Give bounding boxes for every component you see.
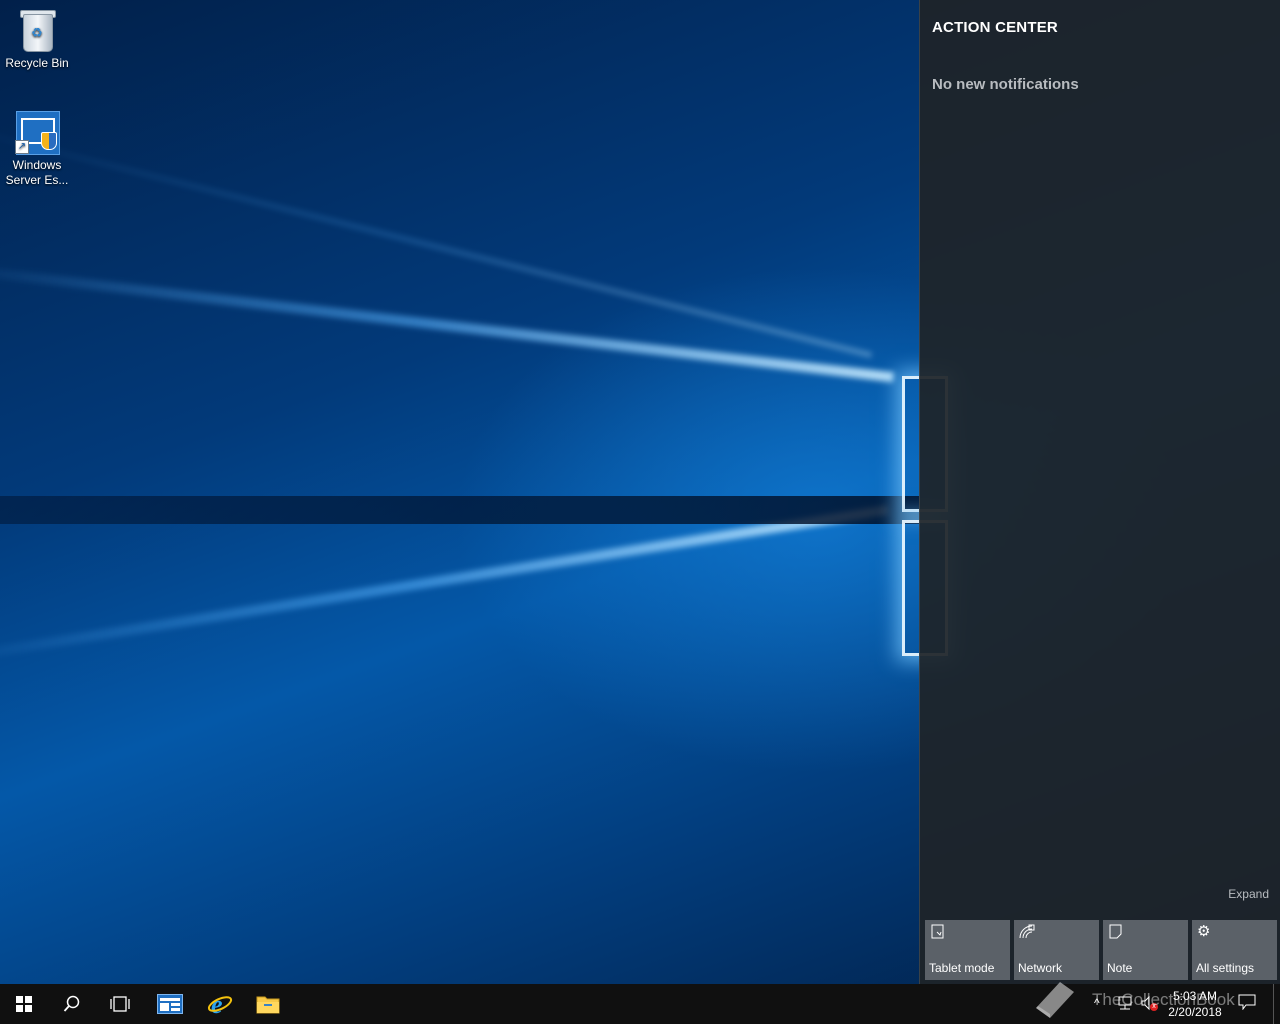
taskbar-app-windows-server-essentials[interactable] <box>146 984 194 1024</box>
tablet-mode-icon <box>930 924 946 944</box>
quick-action-label: All settings <box>1196 961 1255 975</box>
quick-action-label: Network <box>1018 961 1063 975</box>
svg-text:e: e <box>211 992 223 1016</box>
search-icon <box>63 995 80 1012</box>
recycle-bin-icon: ♻ <box>15 8 59 52</box>
internet-explorer-icon: e <box>207 992 233 1016</box>
windows-server-essentials-icon <box>157 994 183 1014</box>
wallpaper-light-beam <box>0 262 895 383</box>
wallpaper-dark-band <box>0 496 920 524</box>
desktop-icon-recycle-bin[interactable]: ♻ Recycle Bin <box>1 8 73 71</box>
quick-action-note[interactable]: Note <box>1103 920 1188 980</box>
quick-action-network[interactable]: Network <box>1014 920 1099 980</box>
quick-action-label: Note <box>1107 961 1133 975</box>
book-logo-icon <box>1036 982 1074 1018</box>
task-view-icon <box>110 996 130 1012</box>
start-button[interactable] <box>0 984 48 1024</box>
windows-logo-icon <box>16 996 32 1012</box>
desktop-icon-label: Recycle Bin <box>5 56 69 70</box>
gear-icon: ⚙ <box>1197 923 1211 940</box>
note-icon <box>1108 924 1124 944</box>
wallpaper-light-beam <box>0 504 889 665</box>
desktop-icon-windows-server-essentials[interactable]: ↗ Windows Server Es... <box>1 110 73 188</box>
action-center-title: ACTION CENTER <box>932 19 1058 36</box>
taskbar-app-file-explorer[interactable] <box>244 984 292 1024</box>
quick-action-all-settings[interactable]: ⚙ All settings <box>1192 920 1277 980</box>
folder-icon <box>256 996 280 1014</box>
search-button[interactable] <box>48 984 96 1024</box>
watermark: TheCollectionBook <box>1030 976 1280 1024</box>
task-view-button[interactable] <box>96 984 144 1024</box>
shortcut-arrow-icon: ↗ <box>15 140 29 154</box>
network-icon <box>1019 924 1035 944</box>
watermark-text: TheCollectionBook <box>1092 990 1235 1009</box>
taskbar-app-internet-explorer[interactable]: e <box>196 984 244 1024</box>
action-center-panel: ACTION CENTER No new notifications Expan… <box>919 0 1280 984</box>
expand-link[interactable]: Expand <box>1228 887 1269 901</box>
quick-action-tablet-mode[interactable]: Tablet mode <box>925 920 1010 980</box>
desktop-icon-label: Windows Server Es... <box>5 158 69 187</box>
quick-actions: Tablet mode Network Note ⚙ All settings <box>925 920 1277 980</box>
no-notifications-message: No new notifications <box>932 76 1079 93</box>
windows-server-essentials-icon: ↗ <box>15 110 60 155</box>
quick-action-label: Tablet mode <box>929 961 995 975</box>
